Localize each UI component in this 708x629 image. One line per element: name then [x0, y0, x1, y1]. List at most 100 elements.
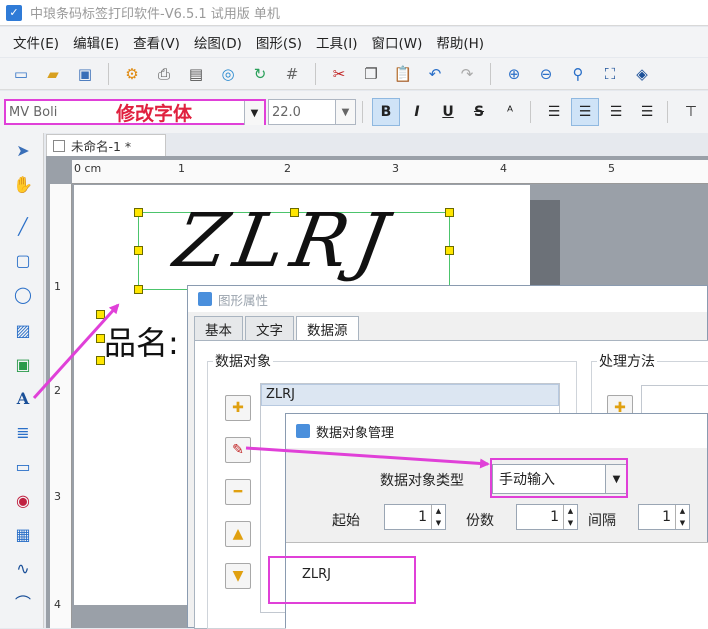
font-size-value: 22.0	[272, 104, 301, 120]
copies-stepper[interactable]: 1 ▲ ▼	[516, 504, 578, 530]
menu-file[interactable]: 文件(E)	[6, 32, 66, 52]
window-title: 中琅条码标签打印软件-V6.5.1 试用版 单机	[30, 7, 280, 22]
seal-tool-icon[interactable]: ◉	[10, 487, 36, 513]
cut-icon[interactable]: ✂	[324, 61, 354, 87]
align-justify-icon[interactable]: ☰	[633, 98, 661, 126]
list-item[interactable]: ZLRJ	[261, 384, 559, 406]
chevron-down-icon[interactable]: ▼	[244, 101, 264, 125]
redo-icon[interactable]: ↷	[452, 61, 482, 87]
tab-text[interactable]: 文字	[245, 316, 294, 340]
resize-handle[interactable]	[134, 208, 143, 217]
zoom-out-icon[interactable]: ⊖	[531, 61, 561, 87]
settings-icon[interactable]: ⚙	[117, 61, 147, 87]
resize-handle[interactable]	[134, 285, 143, 294]
rectangle-tool-icon[interactable]: ▢	[10, 247, 36, 273]
undo-icon[interactable]: ↶	[420, 61, 450, 87]
dialog-icon	[296, 424, 310, 438]
underline-button[interactable]: U	[434, 98, 462, 126]
align-top-icon[interactable]: ⊤	[677, 98, 705, 126]
print-icon[interactable]: ⎙	[149, 61, 179, 87]
arc-tool-icon[interactable]: ⌒	[10, 589, 36, 615]
ruler-label: 1	[178, 162, 185, 175]
font-family-select[interactable]: MV Boli 修改字体 ▼	[4, 99, 266, 125]
edit-icon[interactable]: ✎	[225, 437, 251, 463]
print-preview-icon[interactable]: ▤	[181, 61, 211, 87]
interval-value: 1	[662, 509, 671, 525]
italic-button[interactable]: I	[403, 98, 431, 126]
rounded-rect-tool-icon[interactable]: ▭	[10, 453, 36, 479]
grid-icon[interactable]: #	[277, 61, 307, 87]
open-folder-icon[interactable]: ▰	[38, 61, 68, 87]
resize-handle[interactable]	[96, 334, 105, 343]
stepper-arrows-icon[interactable]: ▲ ▼	[431, 505, 445, 529]
barcode-tool-icon[interactable]: ▦	[10, 521, 36, 547]
zoom-icon[interactable]: ⚲	[563, 61, 593, 87]
text-tool-icon[interactable]: A	[10, 385, 36, 411]
resize-handle[interactable]	[445, 246, 454, 255]
resize-handle[interactable]	[96, 356, 105, 365]
document-tab[interactable]: 未命名-1 *	[46, 134, 166, 156]
database-icon[interactable]: ◎	[213, 61, 243, 87]
refresh-icon[interactable]: ↻	[245, 61, 275, 87]
paste-icon[interactable]: 📋	[388, 61, 418, 87]
picture-tool-icon[interactable]: ▣	[10, 351, 36, 377]
save-icon[interactable]: ▣	[70, 61, 100, 87]
bold-button[interactable]: B	[372, 98, 400, 126]
align-right-icon[interactable]: ☰	[602, 98, 630, 126]
curve-tool-icon[interactable]: ∿	[10, 555, 36, 581]
remove-icon[interactable]: ━	[225, 479, 251, 505]
menu-edit[interactable]: 编辑(E)	[66, 32, 126, 52]
toolbar-divider	[490, 62, 491, 85]
fit-width-icon[interactable]: ◈	[627, 61, 657, 87]
fit-page-icon[interactable]: ⛶	[595, 61, 625, 87]
stepper-arrows-icon[interactable]: ▲ ▼	[563, 505, 577, 529]
zoom-in-icon[interactable]: ⊕	[499, 61, 529, 87]
chevron-down-icon[interactable]: ▼	[335, 100, 355, 124]
menu-bar: 文件(E) 编辑(E) 查看(V) 绘图(D) 图形(S) 工具(I) 窗口(W…	[0, 27, 708, 57]
ruler-label: 0 cm	[74, 162, 102, 175]
font-size-select[interactable]: 22.0 ▼	[268, 99, 356, 125]
menu-tools[interactable]: 工具(I)	[309, 32, 365, 52]
move-up-icon[interactable]: ▲	[225, 521, 251, 547]
copy-icon[interactable]: ❐	[356, 61, 386, 87]
dialog-title: 数据对象管理	[316, 425, 395, 441]
menu-draw[interactable]: 绘图(D)	[187, 32, 249, 52]
tab-basic[interactable]: 基本	[194, 316, 243, 340]
start-stepper[interactable]: 1 ▲ ▼	[384, 504, 446, 530]
image-tool-icon[interactable]: ▨	[10, 317, 36, 343]
text-object-zlrj[interactable]: ZLRJ	[168, 198, 401, 284]
title-bar: ✓ 中琅条码标签打印软件-V6.5.1 试用版 单机	[0, 0, 708, 26]
dialog-title-bar: 数据对象管理	[286, 414, 707, 448]
pointer-icon[interactable]: ➤	[10, 137, 36, 163]
new-icon[interactable]: ▭	[6, 61, 36, 87]
add-icon[interactable]: ✚	[225, 395, 251, 421]
ruler-label: 1	[54, 280, 61, 293]
menu-view[interactable]: 查看(V)	[126, 32, 187, 52]
copies-label: 份数	[466, 513, 494, 529]
resize-handle[interactable]	[96, 310, 105, 319]
menu-help[interactable]: 帮助(H)	[429, 32, 491, 52]
ruler-label: 2	[284, 162, 291, 175]
move-down-icon[interactable]: ▼	[225, 563, 251, 589]
dialog-icon	[198, 292, 212, 306]
pan-hand-icon[interactable]: ✋	[10, 171, 36, 197]
char-spacing-icon[interactable]: ᴬ	[496, 98, 524, 126]
strikethrough-button[interactable]: S	[465, 98, 493, 126]
left-toolbar: ➤ ✋ ╱ ▢ ◯ ▨ ▣ A ≣ ▭ ◉ ▦ ∿ ⌒	[0, 133, 44, 628]
resize-handle[interactable]	[445, 208, 454, 217]
toolbar-divider	[667, 101, 668, 123]
toolbar-divider	[362, 101, 363, 123]
stepper-arrows-icon[interactable]: ▲ ▼	[675, 505, 689, 529]
ellipse-tool-icon[interactable]: ◯	[10, 281, 36, 307]
text-object-label[interactable]: 品名:	[104, 318, 179, 364]
menu-window[interactable]: 窗口(W)	[365, 32, 430, 52]
line-tool-icon[interactable]: ╱	[10, 213, 36, 239]
paragraph-tool-icon[interactable]: ≣	[10, 419, 36, 445]
interval-stepper[interactable]: 1 ▲ ▼	[638, 504, 690, 530]
align-center-icon[interactable]: ☰	[571, 98, 599, 126]
dialog-title: 图形属性	[218, 292, 269, 308]
align-left-icon[interactable]: ☰	[540, 98, 568, 126]
menu-shape[interactable]: 图形(S)	[249, 32, 309, 52]
tab-data-source[interactable]: 数据源	[296, 316, 359, 342]
resize-handle[interactable]	[134, 246, 143, 255]
